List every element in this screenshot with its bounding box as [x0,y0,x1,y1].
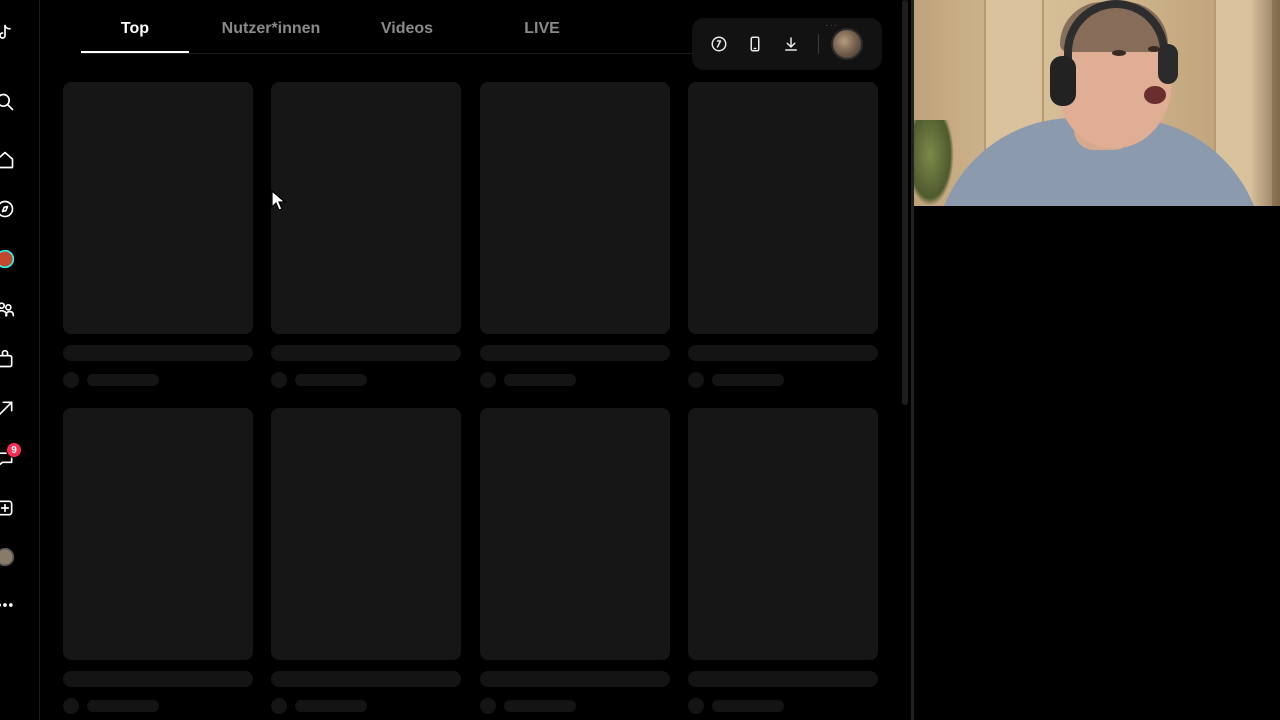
caption-placeholder [688,671,878,687]
mouse-cursor-icon [271,190,287,211]
tiktok-logo-icon[interactable] [0,22,16,44]
video-card-placeholder [271,82,461,334]
add-icon[interactable] [0,497,16,519]
author-avatar-placeholder [688,372,704,388]
download-icon[interactable] [780,33,802,55]
caption-placeholder [63,671,253,687]
caption-placeholder [688,345,878,361]
tab-users[interactable]: Nutzer*innen [205,12,337,52]
messages-badge: 9 [6,442,22,458]
video-card-placeholder [271,408,461,660]
author-name-placeholder [87,700,159,712]
toolbar-handle-icon: ··· [825,20,838,31]
top-toolbar: ··· [692,18,882,70]
author-avatar-placeholder [480,698,496,714]
video-card-placeholder [63,408,253,660]
caption-placeholder [271,671,461,687]
video-card-placeholder [688,408,878,660]
author-avatar-placeholder [480,372,496,388]
phone-icon[interactable] [744,33,766,55]
shop-icon[interactable] [0,348,16,370]
author-name-placeholder [504,700,576,712]
explore-icon[interactable] [0,198,16,220]
author-name-placeholder [712,700,784,712]
author-name-placeholder [712,374,784,386]
caption-placeholder [271,345,461,361]
search-results-panel: Top Nutzer*innen Videos LIVE ··· [41,0,911,720]
author-avatar-placeholder [63,372,79,388]
toolbar-avatar[interactable] [831,28,863,60]
author-name-placeholder [295,700,367,712]
author-avatar-placeholder [63,698,79,714]
home-icon[interactable] [0,149,16,171]
webcam-overlay [914,0,1280,206]
more-icon[interactable] [0,594,16,616]
author-name-placeholder [87,374,159,386]
author-name-placeholder [504,374,576,386]
tab-live[interactable]: LIVE [507,12,577,52]
search-icon[interactable] [0,91,16,113]
upload-icon[interactable] [0,398,16,420]
video-card-placeholder [480,82,670,334]
author-avatar-placeholder [271,372,287,388]
scrollbar[interactable] [902,0,908,405]
caption-placeholder [480,345,670,361]
tab-top[interactable]: Top [81,12,189,53]
caption-placeholder [63,345,253,361]
sidebar-rail: 9 [0,0,40,720]
caption-placeholder [480,671,670,687]
video-card-placeholder [480,408,670,660]
author-name-placeholder [295,374,367,386]
live-avatar-icon[interactable] [0,248,16,270]
author-avatar-placeholder [271,698,287,714]
profile-avatar-icon[interactable] [0,546,16,568]
author-avatar-placeholder [688,698,704,714]
toolbar-divider [818,34,819,54]
video-card-placeholder [688,82,878,334]
video-card-placeholder [63,82,253,334]
coin-icon[interactable] [708,33,730,55]
friends-icon[interactable] [0,298,16,320]
tab-videos[interactable]: Videos [365,12,449,52]
